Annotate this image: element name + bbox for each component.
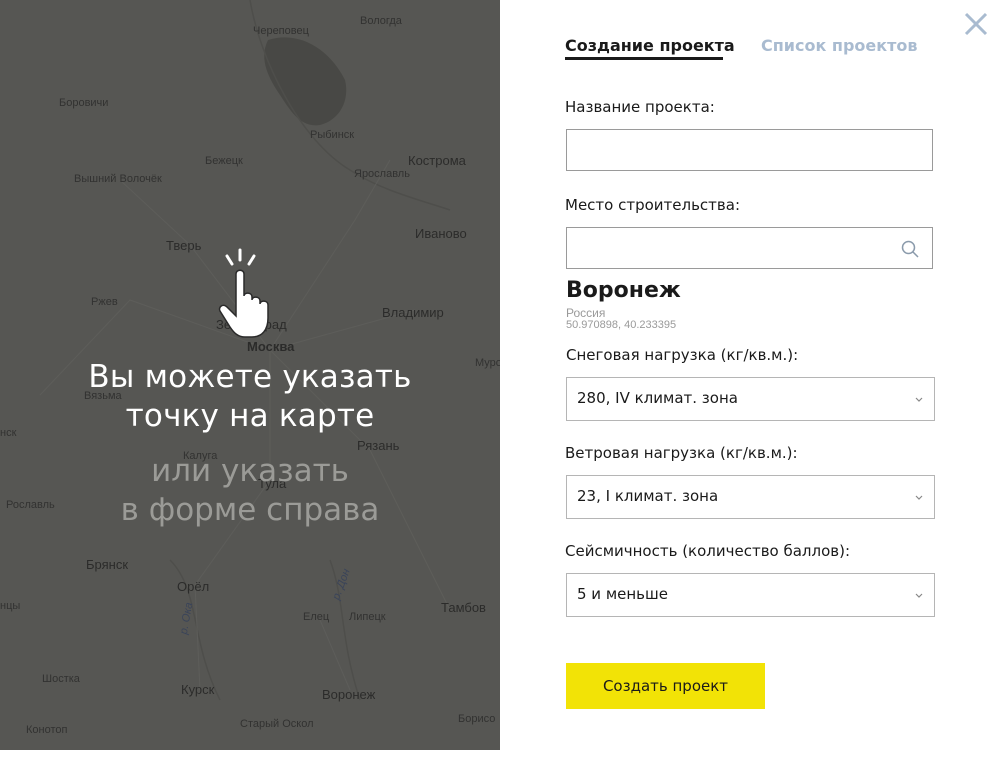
place-field — [566, 227, 933, 269]
form-hint-text: или указать в форме справа — [120, 453, 380, 528]
map-hint-text: Вы можете указать точку на карте — [88, 359, 412, 434]
close-icon[interactable] — [962, 10, 990, 38]
chevron-down-icon — [915, 495, 923, 500]
snow-load-value: 280, IV климат. зона — [577, 389, 738, 407]
chevron-down-icon — [915, 593, 923, 598]
project-name-label: Название проекта: — [565, 98, 715, 116]
wind-load-select[interactable]: 23, I климат. зона — [566, 475, 935, 519]
selected-coordinates: 50.970898, 40.233395 — [566, 319, 677, 331]
selected-city-name: Воронеж — [566, 278, 681, 303]
selected-country: Россия — [566, 306, 606, 320]
create-project-button[interactable]: Создать проект — [566, 663, 765, 709]
chevron-down-icon — [915, 397, 923, 402]
search-icon[interactable] — [900, 239, 920, 259]
active-tab-underline — [565, 57, 723, 60]
snow-load-select[interactable]: 280, IV климат. зона — [566, 377, 935, 421]
tab-project-list[interactable]: Список проектов — [761, 36, 918, 55]
project-name-input[interactable] — [575, 131, 909, 171]
seismic-select[interactable]: 5 и меньше — [566, 573, 935, 617]
place-label: Место строительства: — [565, 196, 740, 214]
project-name-field — [566, 129, 933, 171]
tap-hand-icon — [218, 248, 269, 338]
tab-create-project[interactable]: Создание проекта — [565, 36, 735, 55]
map-area[interactable]: Череповец Вологда Боровичи Рыбинск Бежец… — [0, 0, 500, 750]
seismic-value: 5 и меньше — [577, 585, 668, 603]
place-search-input[interactable] — [575, 229, 909, 269]
wind-load-value: 23, I климат. зона — [577, 487, 719, 505]
seismic-label: Сейсмичность (количество баллов): — [565, 542, 851, 560]
wind-load-label: Ветровая нагрузка (кг/кв.м.): — [565, 444, 798, 462]
snow-load-label: Снеговая нагрузка (кг/кв.м.): — [566, 346, 799, 364]
